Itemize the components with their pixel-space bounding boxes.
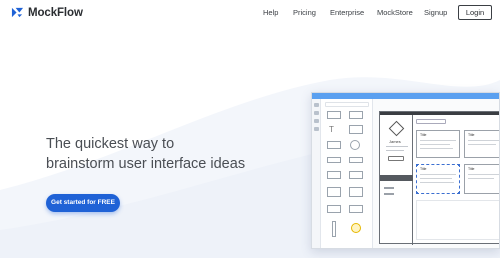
brand-logo[interactable]: MockFlow bbox=[11, 6, 83, 19]
nav-signup[interactable]: Signup bbox=[424, 8, 447, 17]
palette-item bbox=[327, 205, 341, 213]
rail-icon bbox=[314, 119, 319, 123]
text-line bbox=[420, 178, 452, 179]
palette-item bbox=[349, 171, 363, 179]
wireframe-card: Title bbox=[464, 164, 499, 194]
wireframe-sidebar: James bbox=[380, 115, 413, 245]
hero-heading-line-2: brainstorm user interface ideas bbox=[46, 156, 246, 172]
selected-nav-item bbox=[380, 175, 413, 181]
palette-item bbox=[327, 157, 341, 163]
resize-handle bbox=[416, 192, 418, 194]
palette-item bbox=[349, 111, 363, 119]
site-header: MockFlow Help Pricing Enterprise MockSto… bbox=[0, 0, 500, 26]
text-line bbox=[468, 178, 494, 179]
palette-search bbox=[325, 102, 369, 107]
rail-icon bbox=[314, 103, 319, 107]
text-line bbox=[420, 144, 450, 145]
profile-name: James bbox=[389, 139, 401, 144]
palette-item bbox=[349, 205, 363, 213]
resize-handle bbox=[458, 164, 460, 166]
resize-handle bbox=[416, 164, 418, 166]
wireframe-card: Title bbox=[464, 130, 499, 158]
rail-icon bbox=[314, 111, 319, 115]
palette-item bbox=[327, 171, 341, 179]
text-line bbox=[420, 148, 453, 149]
text-tool-icon: T bbox=[329, 125, 334, 134]
avatar-placeholder-icon bbox=[388, 120, 405, 137]
text-line bbox=[468, 174, 499, 175]
app-preview-component-palette: T bbox=[321, 99, 373, 248]
rail-icon bbox=[314, 127, 319, 131]
text-line bbox=[468, 144, 496, 145]
nav-link bbox=[384, 193, 394, 195]
profile-button bbox=[388, 156, 404, 161]
card-title: Title bbox=[468, 167, 475, 171]
hero-heading-line-1: The quickest way to bbox=[46, 136, 175, 152]
palette-item bbox=[349, 125, 363, 134]
circle-shape-icon bbox=[350, 140, 360, 150]
login-button[interactable]: Login bbox=[458, 5, 492, 20]
nav-enterprise[interactable]: Enterprise bbox=[330, 8, 364, 17]
text-line bbox=[420, 174, 456, 175]
selected-wireframe-card: Title bbox=[416, 164, 460, 194]
card-title: Title bbox=[420, 167, 427, 171]
nav-pricing[interactable]: Pricing bbox=[293, 8, 316, 17]
brand-name: MockFlow bbox=[28, 6, 83, 19]
card-title: Title bbox=[468, 133, 475, 137]
slider-shape-icon bbox=[332, 221, 336, 237]
wireframe-content-area bbox=[416, 200, 499, 240]
palette-item bbox=[327, 187, 341, 197]
app-preview-canvas: James Title Title Title Title bbox=[373, 99, 499, 248]
palette-item bbox=[349, 157, 363, 163]
palette-item bbox=[349, 187, 363, 197]
wireframe-card: Title bbox=[416, 130, 460, 158]
text-line bbox=[420, 182, 454, 183]
mockflow-logo-icon bbox=[11, 7, 24, 18]
app-preview-icon-rail bbox=[312, 99, 321, 248]
palette-item bbox=[327, 141, 341, 149]
palette-item bbox=[327, 111, 341, 119]
emoji-shape-icon bbox=[351, 223, 361, 233]
nav-link bbox=[384, 187, 394, 189]
text-line bbox=[386, 150, 404, 151]
get-started-button[interactable]: Get started for FREE bbox=[46, 194, 120, 212]
card-title: Title bbox=[420, 133, 427, 137]
wireframe-search bbox=[416, 119, 446, 124]
text-line bbox=[420, 140, 456, 141]
resize-handle bbox=[458, 192, 460, 194]
app-preview-image: T James Title Title Title Title bbox=[311, 92, 500, 249]
nav-mockstore[interactable]: MockStore bbox=[377, 8, 413, 17]
wireframe-page: James Title Title Title Title bbox=[379, 111, 499, 245]
text-line bbox=[386, 146, 408, 147]
nav-help[interactable]: Help bbox=[263, 8, 278, 17]
text-line bbox=[468, 140, 499, 141]
